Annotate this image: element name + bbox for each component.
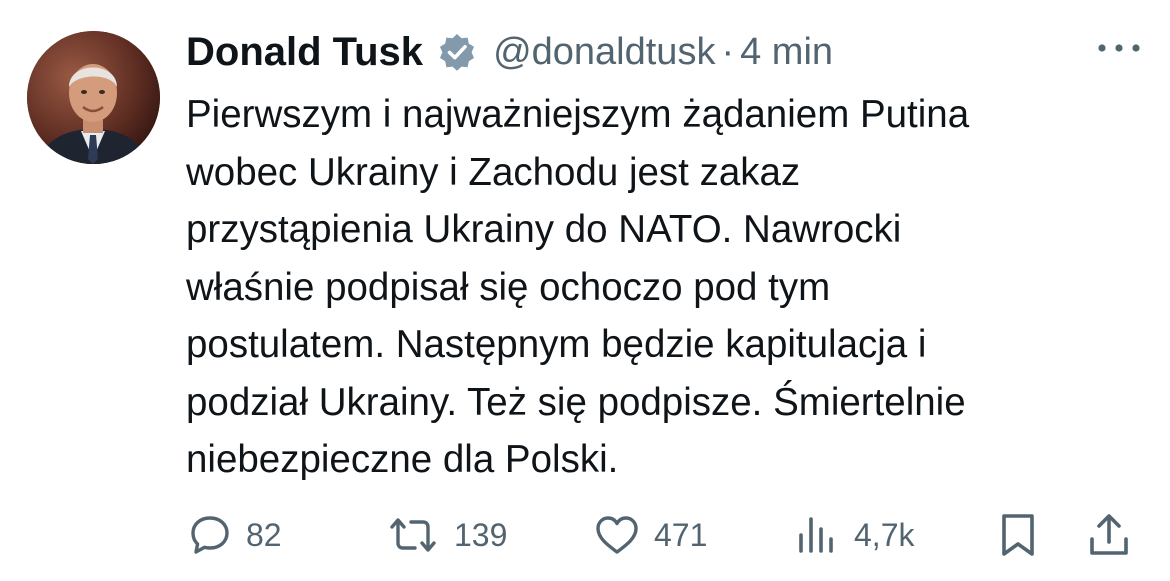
tweet-text-line: podział Ukrainy. Też się podpisze. Śmier…: [186, 380, 966, 424]
bookmark-button[interactable]: [998, 505, 1038, 565]
author-handle[interactable]: @donaldtusk: [493, 31, 715, 74]
avatar[interactable]: [27, 31, 160, 164]
views-icon: [796, 513, 840, 557]
retweet-button[interactable]: 139: [386, 505, 507, 565]
tweet-text-line: niebezpieczne dla Polski.: [186, 438, 619, 481]
separator-dot: ·: [721, 30, 735, 73]
reply-count: 82: [246, 516, 282, 553]
retweet-icon: [386, 513, 440, 557]
reply-button[interactable]: 82: [188, 505, 282, 565]
tweet-header: Donald Tusk @donaldtusk · 4 min: [186, 22, 833, 82]
reply-icon: [188, 513, 232, 557]
tweet-text-line: wobec Ukrainy i Zachodu jest zakaz: [186, 150, 801, 194]
retweet-count: 139: [454, 516, 508, 553]
tweet-text: Pierwszym i najważniejszym żądaniem Puti…: [186, 86, 1126, 489]
tweet-text-line: Pierwszym i najważniejszym żądaniem Puti…: [186, 93, 970, 136]
like-button[interactable]: 471: [594, 505, 707, 565]
like-icon: [594, 513, 640, 557]
tweet-text-line: postulatem. Następnym będzie kapitulacja…: [186, 323, 927, 366]
share-button[interactable]: [1086, 505, 1132, 565]
views-count: 4,7k: [854, 516, 915, 553]
more-options-icon[interactable]: [1096, 36, 1142, 60]
share-icon: [1086, 511, 1132, 559]
bookmark-icon: [998, 511, 1038, 559]
timestamp[interactable]: 4 min: [740, 31, 833, 74]
like-count: 471: [654, 516, 708, 553]
tweet-text-line: przystąpienia Ukrainy do NATO. Nawrocki: [186, 208, 902, 251]
author-name[interactable]: Donald Tusk: [186, 30, 423, 75]
tweet-text-line: właśnie podpisał się ochoczo pod tym: [186, 265, 831, 309]
tweet[interactable]: Donald Tusk @donaldtusk · 4 min Pierwszy…: [0, 0, 1170, 581]
action-bar: 82 139 471 4,7k: [0, 505, 1170, 565]
views-button[interactable]: 4,7k: [796, 505, 914, 565]
verified-badge-icon: [437, 32, 477, 72]
